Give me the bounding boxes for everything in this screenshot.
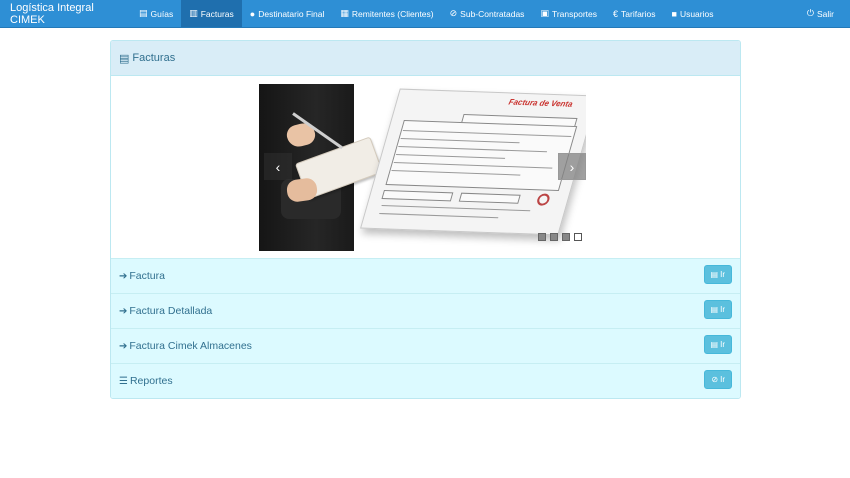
facturas-panel: ▤ Facturas Factura de Venta ‹ › ➔ Factur…: [110, 40, 741, 399]
carousel-indicator[interactable]: [538, 233, 546, 241]
go-button-label: Ir: [720, 375, 725, 384]
book-icon: ▥: [189, 8, 198, 18]
bus-icon: ▣: [540, 8, 549, 18]
log-in-icon: ➔: [119, 340, 128, 352]
list-alt-icon: ▤: [710, 340, 719, 349]
list-item-label: Factura Detallada: [129, 305, 213, 317]
invoice-box: [458, 192, 521, 204]
euro-icon: €: [613, 8, 619, 19]
carousel-indicator[interactable]: [562, 233, 570, 241]
list-alt-icon: ▤: [710, 270, 719, 279]
go-button-label: Ir: [720, 340, 725, 349]
go-button-label: Ir: [720, 305, 725, 314]
nav-sub-contratadas-label: Sub-Contratadas: [460, 8, 525, 19]
list-item-label: Factura Cimek Almacenes: [129, 340, 252, 352]
list-alt-icon: ▤: [710, 305, 719, 314]
nav-guias-label: Guías: [150, 8, 174, 19]
invoice-document: Factura de Venta: [360, 88, 586, 236]
facturas-list: ➔ Factura ▤ Ir ➔ Factura Detallada ▤ Ir …: [111, 258, 740, 398]
chevron-left-icon: ‹: [275, 158, 281, 175]
grid-icon: ▦: [340, 8, 349, 18]
top-navbar: Logística Integral CIMEK ▤ Guías ▥ Factu…: [0, 0, 850, 28]
carousel-indicator-active[interactable]: [574, 233, 582, 241]
nav-transportes-label: Transportes: [551, 8, 597, 19]
list-icon: ▤: [139, 8, 148, 18]
image-carousel: Factura de Venta ‹ ›: [259, 84, 586, 251]
nav-facturas[interactable]: ▥ Facturas: [181, 0, 242, 27]
go-button-factura-cimek-almacenes[interactable]: ▤ Ir: [703, 335, 732, 354]
nav-usuarios-label: Usuarios: [679, 8, 714, 19]
list-item-reportes: ☰ Reportes ⊘ Ir: [111, 363, 740, 398]
tasks-icon: ☰: [119, 375, 128, 387]
nav-destinatario-label: Destinatario Final: [258, 8, 325, 19]
power-icon: ⏻: [806, 8, 814, 18]
go-button-factura-detallada[interactable]: ▤ Ir: [703, 300, 732, 319]
nav-transportes[interactable]: ▣ Transportes: [532, 0, 605, 27]
chevron-right-icon: ›: [569, 158, 575, 175]
nav-usuarios[interactable]: ■ Usuarios: [664, 0, 722, 27]
carousel-indicators: [538, 233, 582, 241]
nav-facturas-label: Facturas: [200, 8, 234, 19]
invoice-title: Factura de Venta: [507, 97, 574, 109]
user-icon: ●: [249, 8, 256, 19]
carousel-next-button[interactable]: ›: [558, 153, 586, 180]
list-item-label: Factura: [129, 270, 165, 282]
invoice-stamp: [535, 193, 552, 206]
lock-icon: ■: [671, 8, 677, 19]
list-item-factura-detallada: ➔ Factura Detallada ▤ Ir: [111, 293, 740, 328]
nav-remitentes[interactable]: ▦ Remitentes (Clientes): [332, 0, 441, 27]
carousel-slide-image: Factura de Venta: [259, 84, 586, 251]
invoice-line: [381, 205, 531, 212]
brand-title[interactable]: Logística Integral CIMEK: [0, 0, 131, 27]
logout-label: Salir: [816, 8, 834, 19]
log-in-icon: ➔: [119, 270, 128, 282]
list-item-factura-cimek-almacenes: ➔ Factura Cimek Almacenes ▤ Ir: [111, 328, 740, 363]
nav-destinatario-final[interactable]: ● Destinatario Final: [242, 0, 333, 27]
list-item-factura: ➔ Factura ▤ Ir: [111, 258, 740, 293]
invoice-line: [379, 213, 499, 219]
go-button-reportes[interactable]: ⊘ Ir: [704, 370, 732, 389]
carousel-indicator[interactable]: [550, 233, 558, 241]
nav-remitentes-label: Remitentes (Clientes): [351, 8, 434, 19]
go-button-label: Ir: [720, 270, 725, 279]
invoice-box: [381, 189, 454, 202]
nav-guias[interactable]: ▤ Guías: [131, 0, 181, 27]
go-button-factura[interactable]: ▤ Ir: [703, 265, 732, 284]
nav-tarifarios-label: Tarifarios: [621, 8, 656, 19]
paperclip-icon: ⊘: [449, 8, 458, 18]
list-item-label: Reportes: [129, 375, 173, 387]
nav-sub-contratadas[interactable]: ⊘ Sub-Contratadas: [442, 0, 533, 27]
log-in-icon: ➔: [119, 305, 128, 317]
panel-title: Facturas: [132, 52, 176, 64]
paperclip-icon: ⊘: [711, 375, 719, 384]
nav-tarifarios[interactable]: € Tarifarios: [605, 0, 664, 27]
carousel-prev-button[interactable]: ‹: [264, 153, 292, 180]
list-alt-icon: ▤: [119, 52, 130, 65]
panel-heading: ▤ Facturas: [111, 41, 740, 76]
logout-button[interactable]: ⏻ Salir: [799, 0, 850, 27]
